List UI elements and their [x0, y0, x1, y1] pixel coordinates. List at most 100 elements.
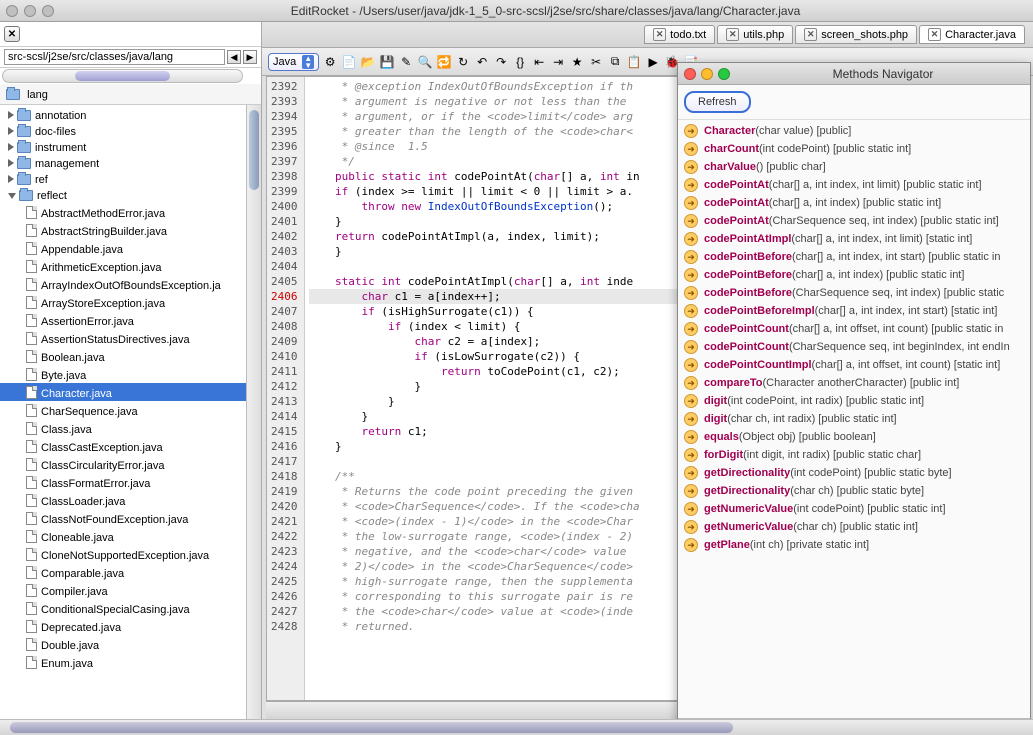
method-row[interactable]: ➜codePointBefore(char[] a, int index, in… — [682, 248, 1026, 266]
bookmark-icon[interactable]: ★ — [569, 54, 585, 70]
folder-row[interactable]: doc-files — [0, 123, 261, 139]
method-row[interactable]: ➜digit(int codePoint, int radix) [public… — [682, 392, 1026, 410]
method-row[interactable]: ➜codePointAt(char[] a, int index, int li… — [682, 176, 1026, 194]
file-row[interactable]: AbstractStringBuilder.java — [0, 221, 261, 239]
replace-icon[interactable]: 🔁 — [436, 54, 452, 70]
method-row[interactable]: ➜codePointCountImpl(char[] a, int offset… — [682, 356, 1026, 374]
file-row[interactable]: Comparable.java — [0, 563, 261, 581]
method-row[interactable]: ➜forDigit(int digit, int radix) [public … — [682, 446, 1026, 464]
file-row[interactable]: CharSequence.java — [0, 401, 261, 419]
file-row[interactable]: ConditionalSpecialCasing.java — [0, 599, 261, 617]
zoom-window-icon[interactable] — [42, 5, 54, 17]
file-row[interactable]: ArithmeticException.java — [0, 257, 261, 275]
tab-close-icon[interactable]: ✕ — [726, 28, 739, 41]
method-row[interactable]: ➜getDirectionality(char ch) [public stat… — [682, 482, 1026, 500]
file-row[interactable]: AssertionError.java — [0, 311, 261, 329]
file-row[interactable]: AbstractMethodError.java — [0, 203, 261, 221]
method-row[interactable]: ➜charCount(int codePoint) [public static… — [682, 140, 1026, 158]
method-row[interactable]: ➜getPlane(int ch) [private static int] — [682, 536, 1026, 554]
folder-row[interactable]: annotation — [0, 107, 261, 123]
method-row[interactable]: ➜Character(char value) [public] — [682, 122, 1026, 140]
file-row[interactable]: Character.java — [0, 383, 261, 401]
file-row[interactable]: Cloneable.java — [0, 527, 261, 545]
undo-icon[interactable]: ↶ — [474, 54, 490, 70]
method-row[interactable]: ➜codePointBefore(CharSequence seq, int i… — [682, 284, 1026, 302]
new-file-icon[interactable]: 📄 — [341, 54, 357, 70]
paste-icon[interactable]: 📋 — [626, 54, 642, 70]
file-row[interactable]: ArrayStoreException.java — [0, 293, 261, 311]
methods-list[interactable]: ➜Character(char value) [public]➜charCoun… — [678, 120, 1030, 718]
method-row[interactable]: ➜codePointAt(char[] a, int index) [publi… — [682, 194, 1026, 212]
folder-row[interactable]: reflect — [0, 187, 261, 203]
method-row[interactable]: ➜codePointBefore(char[] a, int index) [p… — [682, 266, 1026, 284]
file-row[interactable]: CloneNotSupportedException.java — [0, 545, 261, 563]
redo-icon[interactable]: ↷ — [493, 54, 509, 70]
path-scrollbar[interactable] — [2, 69, 243, 83]
method-row[interactable]: ➜getDirectionality(int codePoint) [publi… — [682, 464, 1026, 482]
file-tree[interactable]: annotationdoc-filesinstrumentmanagementr… — [0, 105, 261, 719]
tab-close-icon[interactable]: ✕ — [653, 28, 666, 41]
editor-tab[interactable]: ✕screen_shots.php — [795, 25, 917, 44]
method-row[interactable]: ➜codePointCount(CharSequence seq, int be… — [682, 338, 1026, 356]
editor-tab[interactable]: ✕todo.txt — [644, 25, 715, 44]
file-row[interactable]: Appendable.java — [0, 239, 261, 257]
language-selector[interactable]: Java ▲▼ — [268, 53, 319, 71]
file-row[interactable]: AssertionStatusDirectives.java — [0, 329, 261, 347]
file-row[interactable]: ClassNotFoundException.java — [0, 509, 261, 527]
method-row[interactable]: ➜charValue() [public char] — [682, 158, 1026, 176]
indent-icon[interactable]: ⇥ — [550, 54, 566, 70]
file-row[interactable]: ArrayIndexOutOfBoundsException.ja — [0, 275, 261, 293]
tree-vscrollbar[interactable] — [246, 105, 261, 719]
breadcrumb[interactable]: lang — [0, 84, 261, 105]
method-row[interactable]: ➜compareTo(Character anotherCharacter) [… — [682, 374, 1026, 392]
editor-tab[interactable]: ✕Character.java — [919, 25, 1025, 44]
file-row[interactable]: ClassCastException.java — [0, 437, 261, 455]
method-row[interactable]: ➜codePointBeforeImpl(char[] a, int index… — [682, 302, 1026, 320]
outdent-icon[interactable]: ⇤ — [531, 54, 547, 70]
refresh-button[interactable]: Refresh — [684, 91, 751, 113]
file-row[interactable]: Boolean.java — [0, 347, 261, 365]
method-row[interactable]: ➜getNumericValue(char ch) [public static… — [682, 518, 1026, 536]
save-icon[interactable]: 💾 — [379, 54, 395, 70]
folder-row[interactable]: instrument — [0, 139, 261, 155]
method-row[interactable]: ➜codePointCount(char[] a, int offset, in… — [682, 320, 1026, 338]
folder-row[interactable]: ref — [0, 171, 261, 187]
minimize-window-icon[interactable] — [24, 5, 36, 17]
tab-close-icon[interactable]: ✕ — [804, 28, 817, 41]
file-row[interactable]: Double.java — [0, 635, 261, 653]
minimize-icon[interactable] — [701, 68, 713, 80]
cut-icon[interactable]: ✂ — [588, 54, 604, 70]
braces-icon[interactable]: {} — [512, 54, 528, 70]
folder-row[interactable]: management — [0, 155, 261, 171]
search-icon[interactable]: 🔍 — [417, 54, 433, 70]
method-row[interactable]: ➜codePointAt(CharSequence seq, int index… — [682, 212, 1026, 230]
file-row[interactable]: Deprecated.java — [0, 617, 261, 635]
run-icon[interactable]: ▶ — [645, 54, 661, 70]
file-row[interactable]: ClassCircularityError.java — [0, 455, 261, 473]
path-input[interactable] — [4, 49, 225, 65]
path-prev-button[interactable]: ◀ — [227, 50, 241, 64]
refresh-icon[interactable]: ↻ — [455, 54, 471, 70]
wand-icon[interactable]: ✎ — [398, 54, 414, 70]
copy-icon[interactable]: ⧉ — [607, 54, 623, 70]
editor-tab[interactable]: ✕utils.php — [717, 25, 793, 44]
file-row[interactable]: ClassFormatError.java — [0, 473, 261, 491]
path-next-button[interactable]: ▶ — [243, 50, 257, 64]
open-file-icon[interactable]: 📂 — [360, 54, 376, 70]
tab-close-icon[interactable]: ✕ — [928, 28, 941, 41]
zoom-icon[interactable] — [718, 68, 730, 80]
method-row[interactable]: ➜codePointAtImpl(char[] a, int index, in… — [682, 230, 1026, 248]
file-row[interactable]: Class.java — [0, 419, 261, 437]
close-panel-button[interactable]: ✕ — [4, 26, 20, 42]
close-icon[interactable] — [684, 68, 696, 80]
file-row[interactable]: Compiler.java — [0, 581, 261, 599]
close-window-icon[interactable] — [6, 5, 18, 17]
file-row[interactable]: ClassLoader.java — [0, 491, 261, 509]
app-hscrollbar[interactable] — [0, 719, 1033, 735]
tool-icon[interactable]: ⚙ — [322, 54, 338, 70]
file-row[interactable]: Byte.java — [0, 365, 261, 383]
method-row[interactable]: ➜getNumericValue(int codePoint) [public … — [682, 500, 1026, 518]
method-row[interactable]: ➜digit(char ch, int radix) [public stati… — [682, 410, 1026, 428]
file-row[interactable]: Enum.java — [0, 653, 261, 671]
method-row[interactable]: ➜equals(Object obj) [public boolean] — [682, 428, 1026, 446]
